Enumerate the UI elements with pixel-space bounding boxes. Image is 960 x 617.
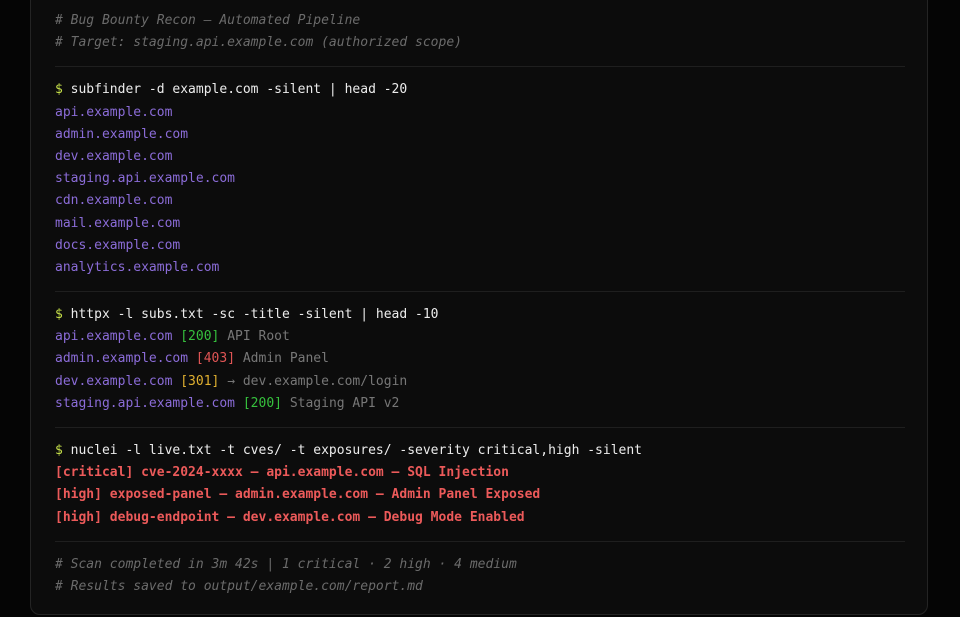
- subdomain-result: cdn.example.com: [55, 193, 173, 209]
- status-code: [200]: [180, 329, 220, 345]
- header-comment: # Target: staging.api.example.com (autho…: [55, 35, 462, 51]
- httpx-result: dev.example.com [301] → dev.example.com/…: [55, 371, 905, 393]
- subfinder-section: $ subfinder -d example.com -silent | hea…: [55, 67, 905, 293]
- subdomain-result: docs.example.com: [55, 237, 181, 253]
- nuclei-section: $ nuclei -l live.txt -t cves/ -t exposur…: [55, 428, 905, 542]
- httpx-section: $ httpx -l subs.txt -sc -title -silent |…: [55, 292, 905, 428]
- footer-comment: # Results saved to output/example.com/re…: [55, 578, 423, 594]
- httpx-host: api.example.com: [55, 329, 173, 345]
- subdomain-result: analytics.example.com: [55, 259, 220, 275]
- subdomain-result: dev.example.com: [55, 148, 173, 164]
- vulnerability-finding: [high] exposed-panel — admin.example.com…: [55, 487, 541, 503]
- vulnerability-finding: [high] debug-endpoint — dev.example.com …: [55, 509, 525, 525]
- subdomain-result: mail.example.com: [55, 215, 181, 231]
- footer-section: # Scan completed in 3m 42s | 1 critical …: [55, 542, 905, 610]
- header-section: # Bug Bounty Recon — Automated Pipeline …: [55, 10, 905, 68]
- httpx-host: admin.example.com: [55, 351, 189, 367]
- header-comment: # Bug Bounty Recon — Automated Pipeline: [55, 13, 361, 28]
- httpx-result: staging.api.example.com [200] Staging AP…: [55, 393, 905, 415]
- prompt-symbol: $: [55, 82, 63, 98]
- httpx-host: staging.api.example.com: [55, 395, 236, 411]
- footer-comment: # Scan completed in 3m 42s | 1 critical …: [55, 556, 517, 572]
- nuclei-command: nuclei -l live.txt -t cves/ -t exposures…: [70, 443, 643, 458]
- subfinder-command: subfinder -d example.com -silent | head …: [70, 82, 408, 98]
- redirect-target: → dev.example.com/login: [227, 373, 408, 389]
- page-title: Admin Panel: [242, 351, 329, 367]
- terminal-window: # Bug Bounty Recon — Automated Pipeline …: [30, 0, 928, 615]
- httpx-result: api.example.com [200] API Root: [55, 326, 905, 348]
- subdomain-result: admin.example.com: [55, 126, 189, 142]
- prompt-symbol: $: [55, 443, 63, 458]
- subdomain-result: api.example.com: [55, 104, 173, 120]
- httpx-command: httpx -l subs.txt -sc -title -silent | h…: [70, 307, 439, 323]
- prompt-symbol: $: [55, 307, 63, 323]
- command-line: $ httpx -l subs.txt -sc -title -silent |…: [55, 304, 905, 326]
- httpx-host: dev.example.com: [55, 373, 173, 389]
- terminal-output: # Bug Bounty Recon — Automated Pipeline …: [55, 10, 905, 610]
- status-code: [301]: [180, 373, 220, 389]
- command-line: $ nuclei -l live.txt -t cves/ -t exposur…: [55, 440, 905, 462]
- status-code: [200]: [242, 395, 282, 411]
- page-title: Staging API v2: [289, 395, 400, 411]
- httpx-result: admin.example.com [403] Admin Panel: [55, 348, 905, 370]
- command-line: $ subfinder -d example.com -silent | hea…: [55, 79, 905, 101]
- subdomain-result: staging.api.example.com: [55, 171, 236, 187]
- page-title: API Root: [227, 329, 290, 345]
- status-code: [403]: [195, 351, 236, 367]
- vulnerability-finding: [critical] cve-2024-xxxx — api.example.c…: [55, 465, 509, 481]
